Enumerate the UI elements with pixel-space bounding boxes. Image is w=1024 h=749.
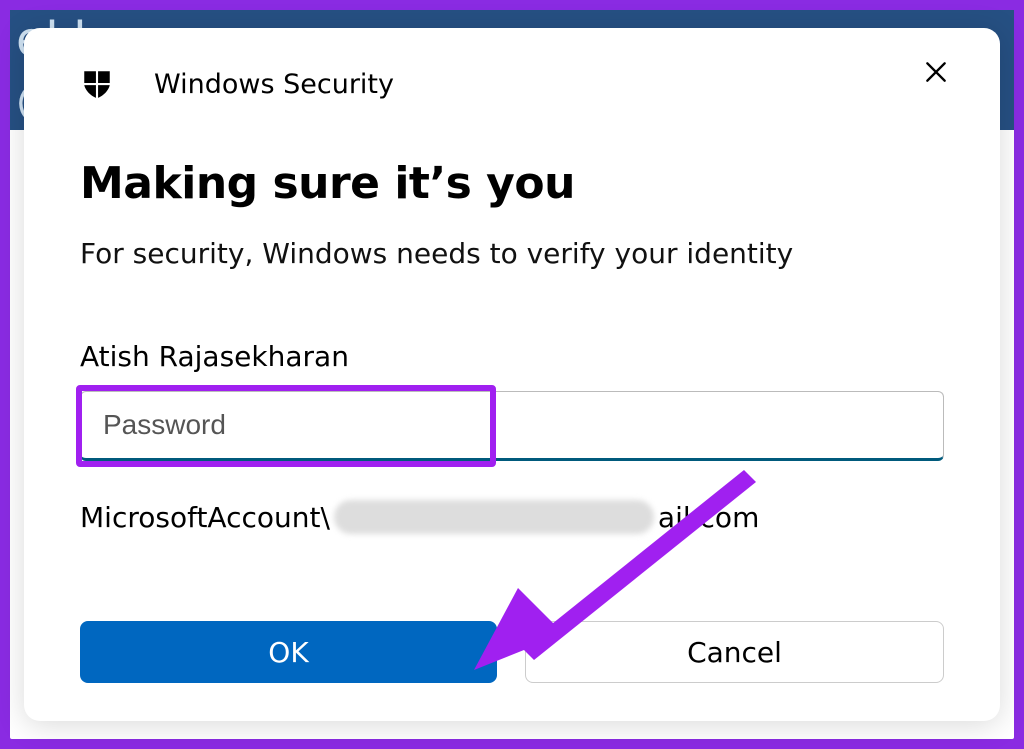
account-prefix: MicrosoftAccount\ [80,501,330,534]
dialog-titlebar: Windows Security [80,60,944,108]
password-field-container [80,391,944,467]
account-redacted [334,500,654,534]
dialog-app-title: Windows Security [154,69,394,100]
desktop-background: ekharan @ Windows Security [10,10,1014,739]
dialog-heading: Making sure it’s you [80,158,944,209]
windows-security-dialog: Windows Security Making sure it’s you Fo… [24,28,1000,721]
close-icon [923,59,949,89]
dialog-subheading: For security, Windows needs to verify yo… [80,237,944,270]
user-display-name: Atish Rajasekharan [80,340,944,373]
account-identifier: MicrosoftAccount\ ail.com [80,497,944,537]
cancel-button[interactable]: Cancel [525,621,944,683]
close-button[interactable] [916,54,956,94]
password-input[interactable] [80,391,944,461]
ok-button[interactable]: OK [80,621,497,683]
annotation-frame: ekharan @ Windows Security [0,0,1024,749]
shield-icon [80,67,114,101]
dialog-button-row: OK Cancel [80,621,944,683]
account-suffix: ail.com [658,501,759,534]
